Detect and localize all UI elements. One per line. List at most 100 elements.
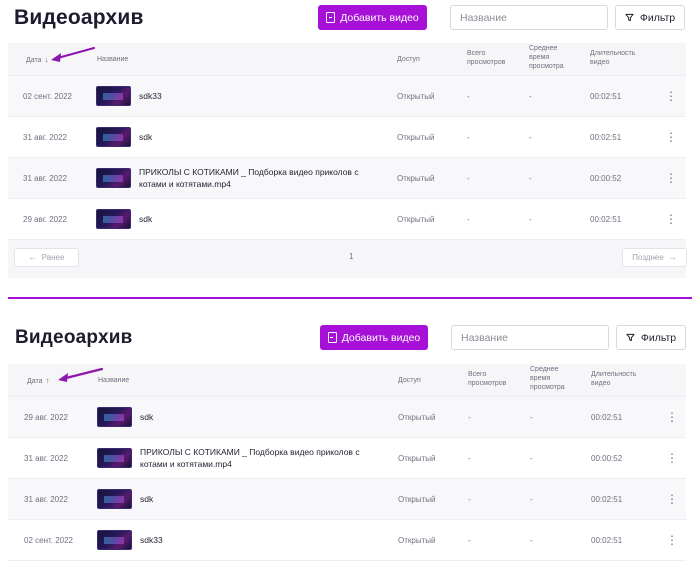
video-name[interactable]: sdk	[140, 411, 370, 423]
pagination: ← Ранее 1 Позднее →	[8, 240, 687, 278]
filter-icon	[625, 13, 634, 22]
video-table: Дата ↓ Название Доступ Всего просмотров С…	[8, 43, 686, 240]
page-title: Видеоархив	[14, 6, 144, 29]
row-duration: 00:00:52	[591, 454, 623, 463]
table-row[interactable]: 31 авг. 2022 ПРИКОЛЫ С КОТИКАМИ _ Подбор…	[8, 158, 686, 199]
row-date: 31 авг. 2022	[24, 495, 69, 504]
row-avg-watch-time: -	[530, 495, 533, 504]
video-name[interactable]: sdk33	[139, 90, 369, 102]
video-name[interactable]: ПРИКОЛЫ С КОТИКАМИ _ Подборка видео прик…	[139, 166, 369, 190]
add-video-button[interactable]: Добавить видео	[320, 325, 428, 350]
row-date: 31 авг. 2022	[24, 454, 69, 463]
search-input[interactable]	[451, 325, 609, 350]
row-date: 29 авг. 2022	[23, 215, 68, 224]
search-input[interactable]	[450, 5, 608, 30]
row-total-views: -	[467, 174, 470, 183]
video-name[interactable]: sdk	[140, 493, 370, 505]
row-access: Открытый	[397, 133, 435, 142]
video-name[interactable]: sdk	[139, 131, 369, 143]
column-header-access[interactable]: Доступ	[398, 376, 421, 385]
more-options-icon[interactable]: ⋮	[665, 172, 677, 184]
next-page-label: Позднее	[632, 253, 664, 262]
more-options-icon[interactable]: ⋮	[666, 493, 678, 505]
more-options-icon[interactable]: ⋮	[665, 213, 677, 225]
video-archive-panel-sorted-desc: Видеоархив Добавить видео Фильтр Дата↓ Н…	[0, 0, 700, 296]
video-thumbnail[interactable]	[96, 86, 131, 106]
row-total-views: -	[467, 92, 470, 101]
table-row[interactable]: 02 сент. 2022 sdk33 Открытый - - 00:02:5…	[8, 520, 686, 561]
column-header-total-views[interactable]: Всего просмотров	[467, 49, 505, 67]
video-thumbnail[interactable]	[97, 448, 132, 468]
arrow-left-icon: ←	[28, 253, 37, 262]
video-thumbnail[interactable]	[96, 127, 131, 147]
document-icon	[327, 332, 337, 343]
row-duration: 00:00:52	[590, 174, 622, 183]
more-options-icon[interactable]: ⋮	[666, 452, 678, 464]
video-thumbnail[interactable]	[96, 168, 131, 188]
row-date: 31 авг. 2022	[23, 174, 68, 183]
row-duration: 00:02:51	[590, 133, 622, 142]
row-avg-watch-time: -	[529, 215, 532, 224]
row-total-views: -	[468, 454, 471, 463]
row-access: Открытый	[398, 495, 436, 504]
row-access: Открытый	[398, 454, 436, 463]
row-avg-watch-time: -	[530, 413, 533, 422]
column-header-avg-watch-time[interactable]: Среднее время просмотра	[530, 365, 565, 392]
filter-label: Фильтр	[640, 331, 677, 344]
video-thumbnail[interactable]	[97, 407, 132, 427]
prev-page-label: Ранее	[41, 253, 65, 262]
annotation-arrow-icon	[58, 367, 104, 382]
add-video-button[interactable]: Добавить видео	[318, 5, 427, 30]
video-thumbnail[interactable]	[97, 530, 132, 550]
row-total-views: -	[468, 495, 471, 504]
video-table: Дата ↑ Название Доступ Всего просмотров С…	[8, 364, 686, 561]
filter-button[interactable]: Фильтр	[615, 5, 685, 30]
table-header: Дата ↓ Название Доступ Всего просмотров С…	[8, 43, 686, 76]
video-thumbnail[interactable]	[97, 489, 132, 509]
document-icon	[326, 12, 336, 23]
row-access: Открытый	[398, 536, 436, 545]
prev-page-button[interactable]: ← Ранее	[14, 248, 79, 267]
filter-label: Фильтр	[639, 11, 676, 24]
row-date: 02 сент. 2022	[24, 536, 74, 545]
column-header-name[interactable]: Название	[97, 55, 128, 64]
arrow-right-icon: →	[668, 253, 677, 262]
row-duration: 00:02:51	[590, 92, 622, 101]
filter-icon	[626, 333, 635, 342]
column-header-access[interactable]: Доступ	[397, 55, 420, 64]
video-thumbnail[interactable]	[96, 209, 131, 229]
row-avg-watch-time: -	[529, 133, 532, 142]
row-total-views: -	[468, 413, 471, 422]
table-row[interactable]: 31 авг. 2022 sdk Открытый - - 00:02:51 ⋮	[8, 479, 686, 520]
current-page-number[interactable]: 1	[349, 252, 353, 261]
column-header-total-views[interactable]: Всего просмотров	[468, 370, 506, 388]
row-duration: 00:02:51	[591, 413, 623, 422]
row-date: 29 авг. 2022	[24, 413, 69, 422]
row-duration: 00:02:51	[591, 536, 623, 545]
column-header-date[interactable]: Дата ↑	[27, 376, 50, 386]
filter-button[interactable]: Фильтр	[616, 325, 686, 350]
row-total-views: -	[468, 536, 471, 545]
video-name[interactable]: ПРИКОЛЫ С КОТИКАМИ _ Подборка видео прик…	[140, 446, 370, 470]
more-options-icon[interactable]: ⋮	[665, 90, 677, 102]
column-header-duration[interactable]: Длительность видео	[590, 49, 635, 67]
next-page-button[interactable]: Позднее →	[622, 248, 687, 267]
video-name[interactable]: sdk	[139, 213, 369, 225]
table-row[interactable]: 31 авг. 2022 ПРИКОЛЫ С КОТИКАМИ _ Подбор…	[8, 438, 686, 479]
section-divider	[8, 297, 692, 299]
row-date: 02 сент. 2022	[23, 92, 73, 101]
page-title: Видеоархив	[15, 327, 133, 348]
table-row[interactable]: 29 авг. 2022 sdk Открытый - - 00:02:51 ⋮	[8, 199, 686, 240]
table-row[interactable]: 29 авг. 2022 sdk Открытый - - 00:02:51 ⋮	[8, 397, 686, 438]
column-header-duration[interactable]: Длительность видео	[591, 370, 636, 388]
row-total-views: -	[467, 133, 470, 142]
table-row[interactable]: 02 сент. 2022 sdk33 Открытый - - 00:02:5…	[8, 76, 686, 117]
more-options-icon[interactable]: ⋮	[665, 131, 677, 143]
row-access: Открытый	[397, 174, 435, 183]
row-duration: 00:02:51	[590, 215, 622, 224]
video-name[interactable]: sdk33	[140, 534, 370, 546]
column-header-avg-watch-time[interactable]: Среднее время просмотра	[529, 44, 564, 71]
more-options-icon[interactable]: ⋮	[666, 534, 678, 546]
more-options-icon[interactable]: ⋮	[666, 411, 678, 423]
table-row[interactable]: 31 авг. 2022 sdk Открытый - - 00:02:51 ⋮	[8, 117, 686, 158]
